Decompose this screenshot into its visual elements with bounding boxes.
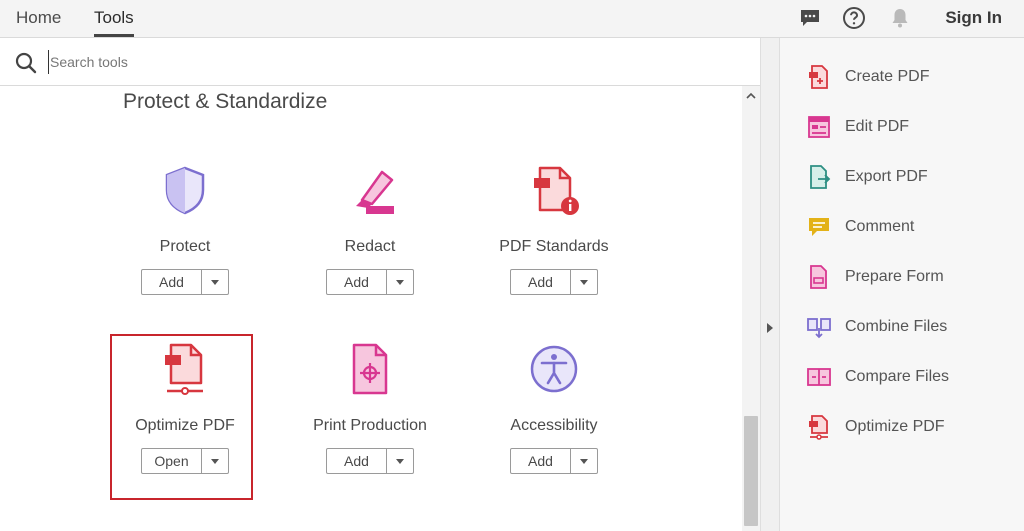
accessibility-icon (530, 345, 578, 393)
tab-tools[interactable]: Tools (94, 8, 134, 37)
right-item-label: Comment (845, 218, 915, 235)
collapse-arrow-icon[interactable] (765, 322, 775, 334)
comment-icon (809, 218, 829, 236)
prepare-form-icon (810, 265, 827, 289)
chevron-down-icon (396, 279, 404, 285)
right-item-prepare-form[interactable]: Prepare Form (806, 264, 1016, 290)
tool-card-print-production: Print Production Add (280, 341, 460, 511)
top-bar: Home Tools Sign In (0, 0, 1024, 38)
tool-label: Accessibility (510, 417, 598, 434)
tool-add-group: Add (326, 448, 414, 474)
selection-highlight (110, 334, 253, 500)
shield-icon (165, 166, 205, 215)
dropdown-button[interactable] (387, 449, 413, 473)
dropdown-button[interactable] (571, 270, 597, 294)
right-item-edit-pdf[interactable]: Edit PDF (806, 114, 1016, 140)
panel-divider (760, 38, 780, 531)
tool-card-accessibility: Accessibility Add (464, 341, 644, 511)
scroll-up-icon[interactable] (745, 90, 757, 102)
right-item-label: Export PDF (845, 168, 928, 185)
search-input[interactable] (48, 50, 728, 74)
section-title: Protect & Standardize (123, 90, 328, 113)
tool-label: Protect (159, 238, 211, 255)
pdf-standards-icon (534, 166, 579, 215)
search-icon (15, 52, 37, 74)
help-icon[interactable] (842, 6, 866, 30)
chevron-down-icon (396, 458, 404, 464)
right-item-combine-files[interactable]: Combine Files (806, 314, 1016, 340)
scrollbar-thumb[interactable] (744, 416, 758, 526)
print-production-icon (352, 343, 388, 395)
combine-files-icon (807, 318, 831, 339)
dropdown-button[interactable] (202, 270, 228, 294)
add-button[interactable]: Add (511, 270, 571, 294)
dropdown-button[interactable] (571, 449, 597, 473)
right-item-label: Prepare Form (845, 268, 944, 285)
search-bar (0, 38, 760, 86)
scrollbar[interactable] (742, 86, 760, 531)
add-button[interactable]: Add (511, 449, 571, 473)
right-item-export-pdf[interactable]: Export PDF (806, 164, 1016, 190)
chevron-down-icon (211, 279, 219, 285)
tool-card-protect: Protect Add (95, 162, 275, 332)
right-item-label: Create PDF (845, 68, 930, 85)
right-item-label: Edit PDF (845, 118, 910, 135)
right-item-comment[interactable]: Comment (806, 214, 1016, 240)
tool-card-redact: Redact Add (280, 162, 460, 332)
tool-add-group: Add (510, 269, 598, 295)
sign-in-button[interactable]: Sign In (945, 8, 1002, 28)
chat-icon[interactable] (798, 6, 822, 30)
tools-panel: Protect & Standardize Protect Add Redact… (0, 86, 742, 531)
right-item-create-pdf[interactable]: Create PDF (806, 64, 1016, 90)
chevron-down-icon (580, 279, 588, 285)
tool-label: Print Production (313, 417, 427, 434)
export-pdf-icon (810, 165, 831, 189)
tool-add-group: Add (326, 269, 414, 295)
right-item-optimize-pdf[interactable]: Optimize PDF (806, 414, 1016, 440)
edit-pdf-icon (808, 116, 830, 138)
right-item-label: Combine Files (845, 318, 948, 335)
tool-add-group: Add (141, 269, 229, 295)
tool-add-group: Add (510, 448, 598, 474)
dropdown-button[interactable] (387, 270, 413, 294)
right-tools-pane: Create PDF Edit PDF Export PDF Comment P… (780, 38, 1024, 531)
add-button[interactable]: Add (142, 270, 202, 294)
tab-home[interactable]: Home (16, 8, 61, 28)
tool-label: PDF Standards (499, 238, 609, 255)
right-item-compare-files[interactable]: Compare Files (806, 364, 1016, 390)
bell-icon[interactable] (888, 6, 912, 30)
compare-files-icon (807, 368, 831, 386)
chevron-down-icon (580, 458, 588, 464)
redact-marker-icon (356, 170, 394, 214)
add-button[interactable]: Add (327, 449, 387, 473)
create-pdf-icon (809, 65, 828, 89)
optimize-pdf-icon (809, 415, 828, 440)
right-item-label: Compare Files (845, 368, 950, 385)
tool-card-pdf-standards: PDF Standards Add (464, 162, 644, 332)
right-item-label: Optimize PDF (845, 418, 945, 435)
tool-label: Redact (344, 238, 396, 255)
add-button[interactable]: Add (327, 270, 387, 294)
